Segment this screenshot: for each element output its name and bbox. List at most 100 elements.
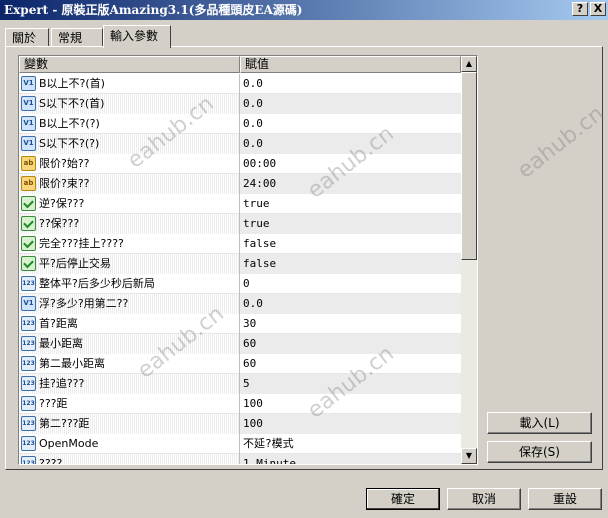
parameters-grid: 變數 賦值 V1 B以上不?(首) 0.0 V1 S以下不?(首) 0.0 V1 B以上不?(… [18, 55, 478, 465]
parameters-grid-body: 變數 賦值 V1 B以上不?(首) 0.0 V1 S以下不?(首) 0.0 V1 B以上不?(… [19, 56, 461, 464]
help-button[interactable]: ? [572, 2, 588, 16]
value-cell[interactable]: 100 [240, 414, 461, 434]
value-cell[interactable]: false [240, 234, 461, 254]
variable-name: ???距 [39, 397, 68, 410]
bool-type-icon [21, 256, 36, 271]
value-cell[interactable]: 0.0 [240, 114, 461, 134]
value-cell[interactable]: 100 [240, 394, 461, 414]
table-row[interactable]: V1 B以上不?(首) 0.0 [19, 74, 461, 94]
variable-name: B以上不?(首) [39, 77, 105, 90]
value-cell[interactable]: 00:00 [240, 154, 461, 174]
value-cell[interactable]: 60 [240, 354, 461, 374]
table-row[interactable]: 完全???挂上???? false [19, 234, 461, 254]
variable-cell: 123 整体平?后多少秒后新局 [19, 274, 240, 294]
double-type-icon: V1 [21, 116, 36, 131]
value-cell[interactable]: 0.0 [240, 134, 461, 154]
bool-type-icon [21, 196, 36, 211]
close-button[interactable]: X [590, 2, 606, 16]
string-type-icon: ab [21, 176, 36, 191]
bool-type-icon [21, 236, 36, 251]
int-type-icon: 123 [21, 396, 36, 411]
variable-cell: 123 第二???距 [19, 414, 240, 434]
variable-name: S以下不?(?) [39, 137, 100, 150]
table-row[interactable]: ??保??? true [19, 214, 461, 234]
variable-cell: V1 浮?多少?用第二?? [19, 294, 240, 314]
variable-cell: 123 ???距 [19, 394, 240, 414]
value-cell[interactable]: 不延?模式 [240, 434, 461, 454]
table-row[interactable]: V1 S以下不?(首) 0.0 [19, 94, 461, 114]
table-row[interactable]: V1 浮?多少?用第二?? 0.0 [19, 294, 461, 314]
table-row[interactable]: 123 挂?追??? 5 [19, 374, 461, 394]
value-cell[interactable]: 0.0 [240, 74, 461, 94]
value-cell[interactable]: 0.0 [240, 94, 461, 114]
table-row[interactable]: ab 限价?束?? 24:00 [19, 174, 461, 194]
table-row[interactable]: 123 第二???距 100 [19, 414, 461, 434]
value-cell[interactable]: 60 [240, 334, 461, 354]
variable-cell: 123 OpenMode [19, 434, 240, 454]
table-row[interactable]: 平?后停止交易 false [19, 254, 461, 274]
variable-cell: V1 B以上不?(首) [19, 74, 240, 94]
int-type-icon: 123 [21, 356, 36, 371]
variable-name: 挂?追??? [39, 377, 85, 390]
double-type-icon: V1 [21, 136, 36, 151]
value-cell[interactable]: 0.0 [240, 294, 461, 314]
reset-button[interactable]: 重設 [528, 488, 602, 510]
scroll-up-button[interactable]: ▲ [461, 56, 477, 72]
int-type-icon: 123 [21, 416, 36, 431]
value-cell[interactable]: 5 [240, 374, 461, 394]
int-type-icon: 123 [21, 436, 36, 451]
table-row[interactable]: 123 ???距 100 [19, 394, 461, 414]
ok-button[interactable]: 確定 [366, 488, 440, 510]
variable-name: 逆?保??? [39, 197, 85, 210]
cancel-button[interactable]: 取消 [447, 488, 521, 510]
variable-name: 完全???挂上???? [39, 237, 124, 250]
table-row[interactable]: 123 首?距离 30 [19, 314, 461, 334]
column-header-value[interactable]: 賦值 [240, 56, 461, 73]
table-row[interactable]: 123 整体平?后多少秒后新局 0 [19, 274, 461, 294]
value-cell[interactable]: 1 Minute [240, 454, 461, 464]
variable-name: 整体平?后多少秒后新局 [39, 277, 155, 290]
value-cell[interactable]: false [240, 254, 461, 274]
table-row[interactable]: 123 OpenMode 不延?模式 [19, 434, 461, 454]
tab-about[interactable]: 關於 [5, 28, 49, 47]
window-title: Expert - 原裝正版Amazing3.1(多品種頭皮EA源碼) [4, 3, 303, 17]
variable-cell: 123 第二最小距离 [19, 354, 240, 374]
tab-input-parameters[interactable]: 輸入參數 [103, 25, 171, 48]
value-cell[interactable]: true [240, 214, 461, 234]
window-titlebar: Expert - 原裝正版Amazing3.1(多品種頭皮EA源碼) ? X [0, 0, 608, 20]
double-type-icon: V1 [21, 76, 36, 91]
double-type-icon: V1 [21, 296, 36, 311]
table-row[interactable]: 逆?保??? true [19, 194, 461, 214]
table-row[interactable]: ab 限价?始?? 00:00 [19, 154, 461, 174]
value-cell[interactable]: 30 [240, 314, 461, 334]
table-row[interactable]: V1 S以下不?(?) 0.0 [19, 134, 461, 154]
int-type-icon: 123 [21, 376, 36, 391]
variable-cell: 123???? [19, 454, 240, 464]
scroll-down-button[interactable]: ▼ [461, 448, 477, 464]
value-cell[interactable]: true [240, 194, 461, 214]
variable-cell: V1 B以上不?(?) [19, 114, 240, 134]
variable-name: OpenMode [39, 437, 99, 450]
table-row[interactable]: 123???? 1 Minute [19, 454, 461, 464]
variable-cell: 逆?保??? [19, 194, 240, 214]
variable-cell: ab 限价?束?? [19, 174, 240, 194]
load-button[interactable]: 載入(L) [487, 412, 592, 434]
variable-name: 平?后停止交易 [39, 257, 111, 270]
value-cell[interactable]: 0 [240, 274, 461, 294]
column-header-variable[interactable]: 變數 [19, 56, 240, 73]
vertical-scrollbar[interactable]: ▲ ▼ [461, 56, 477, 464]
int-type-icon: 123 [21, 316, 36, 331]
table-row[interactable]: V1 B以上不?(?) 0.0 [19, 114, 461, 134]
value-cell[interactable]: 24:00 [240, 174, 461, 194]
int-type-icon: 123 [21, 456, 36, 464]
table-row[interactable]: 123 最小距离 60 [19, 334, 461, 354]
table-row[interactable]: 123 第二最小距离 60 [19, 354, 461, 374]
save-button[interactable]: 保存(S) [487, 441, 592, 463]
variable-name: 浮?多少?用第二?? [39, 297, 129, 310]
scroll-thumb[interactable] [461, 72, 477, 260]
tab-general[interactable]: 常規 [51, 28, 103, 47]
variable-name: ??保??? [39, 217, 80, 230]
variable-name: 首?距离 [39, 317, 78, 330]
variable-name: S以下不?(首) [39, 97, 105, 110]
variable-name: 最小距离 [39, 337, 83, 350]
